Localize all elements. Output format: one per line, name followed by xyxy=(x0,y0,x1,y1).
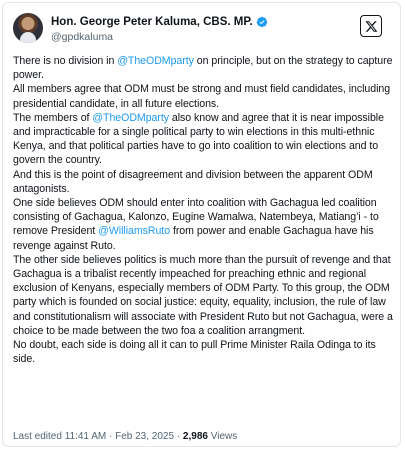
mention-link[interactable]: @WilliamsRuto xyxy=(98,225,170,237)
verified-badge-icon xyxy=(256,16,267,28)
x-logo-glyph xyxy=(364,20,377,32)
avatar[interactable] xyxy=(13,13,43,43)
text-run: The members of xyxy=(13,111,93,124)
x-logo-icon[interactable] xyxy=(360,15,382,37)
edited-timestamp[interactable]: Last edited 11:41 AM · Feb 23, 2025 · xyxy=(13,431,183,442)
mention-link[interactable]: @TheODMparty xyxy=(117,55,194,67)
paragraph: No doubt, each side is doing all it can … xyxy=(13,339,376,366)
mention-link[interactable]: @TheODMparty xyxy=(92,112,169,124)
paragraph: There is no division in @TheODMparty on … xyxy=(13,54,395,82)
paragraph: One side believes ODM should enter into … xyxy=(13,196,395,253)
views-label: Views xyxy=(207,431,238,442)
paragraph: And this is the point of disagreement an… xyxy=(13,168,373,195)
author-name-row: Hon. George Peter Kaluma, CBS. MP. xyxy=(51,15,268,29)
text-run: There is no division in xyxy=(13,55,118,67)
paragraph: The other side believes politics is much… xyxy=(13,253,393,337)
tweet-card: Hon. George Peter Kaluma, CBS. MP. @gpdk… xyxy=(2,2,401,447)
paragraph: All members agree that ODM must be stron… xyxy=(13,83,391,110)
paragraph: The members of @TheODMparty also know an… xyxy=(13,111,395,168)
author-handle[interactable]: @gpdkaluma xyxy=(51,31,113,44)
tweet-text: There is no division in @TheODMparty on … xyxy=(13,54,395,366)
views-count: 2,986 xyxy=(182,431,208,442)
tweet-meta: Last edited 11:41 AM · Feb 23, 2025 · 2,… xyxy=(13,431,237,442)
author-name[interactable]: Hon. George Peter Kaluma, CBS. MP. xyxy=(51,15,253,29)
tweet-header: Hon. George Peter Kaluma, CBS. MP. @gpdk… xyxy=(13,13,390,45)
